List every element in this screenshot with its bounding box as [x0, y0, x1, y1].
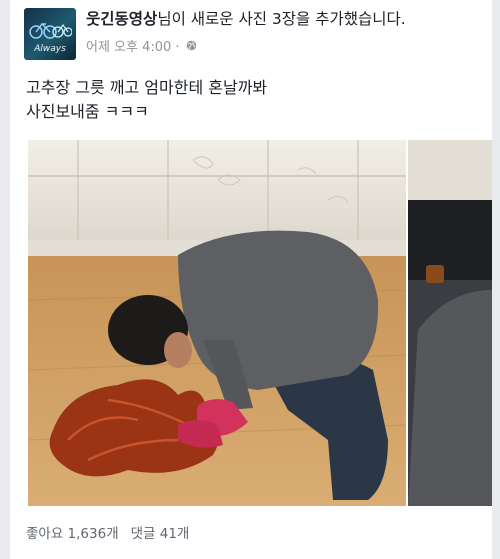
post-header: 웃긴동영상님이 새로운 사진 3장을 추가했습니다.: [86, 8, 482, 30]
post-text: 고추장 그릇 깨고 엄마한테 혼날까봐 사진보내줌 ㅋㅋㅋ: [26, 76, 267, 124]
comment-count[interactable]: 댓글 41개: [131, 522, 190, 542]
page-avatar[interactable]: Always: [24, 8, 76, 60]
post-text-line-2: 사진보내줌 ㅋㅋㅋ: [26, 102, 149, 121]
photo-2[interactable]: [408, 140, 492, 506]
avatar-caption: Always: [34, 44, 66, 54]
post-action-text: 님이 새로운 사진 3장을 추가했습니다.: [157, 10, 406, 28]
photo-2-image: [408, 140, 492, 506]
photo-1-image: [28, 140, 406, 506]
post-timestamp[interactable]: 어제 오후 4:00 ·: [86, 36, 180, 55]
author-name[interactable]: 웃긴동영상: [86, 10, 157, 28]
photo-1[interactable]: [28, 140, 406, 506]
globe-icon[interactable]: [186, 40, 197, 51]
like-count[interactable]: 좋아요 1,636개: [26, 522, 119, 542]
post-card: Always 웃긴동영상님이 새로운 사진 3장을 추가했습니다. 어제 오후 …: [10, 0, 492, 559]
bicycle-icon: [29, 22, 72, 39]
post-meta: 어제 오후 4:00 ·: [86, 36, 197, 55]
post-text-line-1: 고추장 그릇 깨고 엄마한테 혼날까봐: [26, 78, 268, 97]
reaction-summary: 좋아요 1,636개 댓글 41개: [26, 522, 189, 542]
